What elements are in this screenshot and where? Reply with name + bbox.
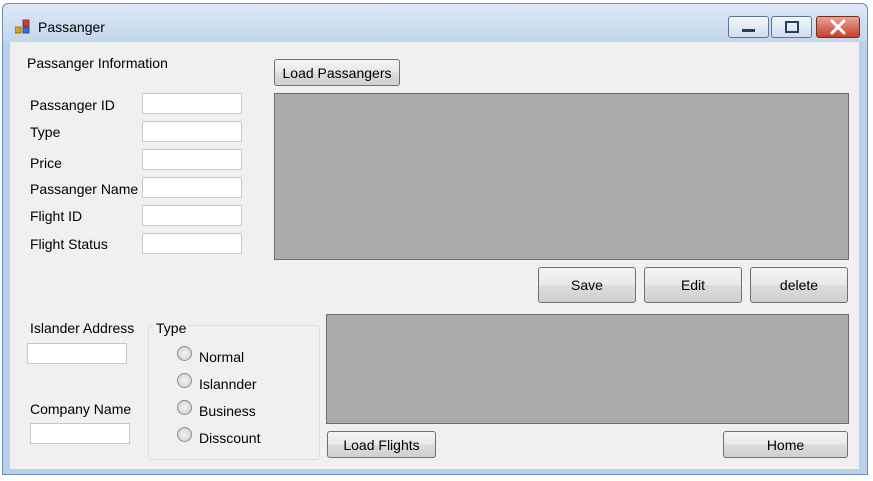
flight-status-label: Flight Status <box>30 236 108 252</box>
radio-business-label[interactable]: Business <box>199 403 256 419</box>
radio-disscount[interactable] <box>177 427 192 442</box>
radio-normal-label[interactable]: Normal <box>199 349 244 365</box>
passanger-id-label: Passanger ID <box>30 97 115 113</box>
title-bar[interactable]: Passanger <box>3 4 867 42</box>
minimize-icon <box>742 29 755 32</box>
window-title: Passanger <box>38 19 105 35</box>
radio-normal[interactable] <box>177 346 192 361</box>
radio-islannder[interactable] <box>177 373 192 388</box>
flight-status-input[interactable] <box>142 233 242 254</box>
price-label: Price <box>30 155 62 171</box>
company-name-input[interactable] <box>30 423 130 444</box>
radio-islannder-label[interactable]: Islannder <box>199 376 257 392</box>
app-icon <box>15 19 30 34</box>
passangers-grid[interactable] <box>274 93 849 260</box>
close-button[interactable] <box>816 16 860 38</box>
company-name-label: Company Name <box>30 401 132 417</box>
price-input[interactable] <box>142 149 242 170</box>
home-button[interactable]: Home <box>723 431 848 458</box>
passanger-name-input[interactable] <box>142 177 242 198</box>
save-button[interactable]: Save <box>538 267 636 303</box>
load-passangers-button[interactable]: Load Passangers <box>274 59 400 86</box>
form-client-area: Passanger Information Passanger ID Type … <box>10 42 859 469</box>
islander-address-input[interactable] <box>27 343 127 364</box>
close-icon <box>830 19 846 35</box>
type-label: Type <box>30 124 61 140</box>
type-input[interactable] <box>142 121 242 142</box>
passanger-window: Passanger Passanger Information Passange… <box>2 3 868 475</box>
edit-button[interactable]: Edit <box>644 267 742 303</box>
islander-address-label: Islander Address <box>30 320 135 336</box>
radio-disscount-label[interactable]: Disscount <box>199 430 260 446</box>
passanger-id-input[interactable] <box>142 93 242 114</box>
flights-grid[interactable] <box>326 314 849 424</box>
maximize-button[interactable] <box>771 16 812 38</box>
flight-id-input[interactable] <box>142 205 242 226</box>
minimize-button[interactable] <box>728 16 769 38</box>
flight-id-label: Flight ID <box>30 208 83 224</box>
passanger-name-label: Passanger Name <box>30 181 139 197</box>
type-group-title: Type <box>154 320 189 336</box>
section-title: Passanger Information <box>27 55 168 71</box>
load-flights-button[interactable]: Load Flights <box>327 431 436 458</box>
delete-button[interactable]: delete <box>750 267 848 303</box>
maximize-icon <box>785 21 799 33</box>
radio-business[interactable] <box>177 400 192 415</box>
